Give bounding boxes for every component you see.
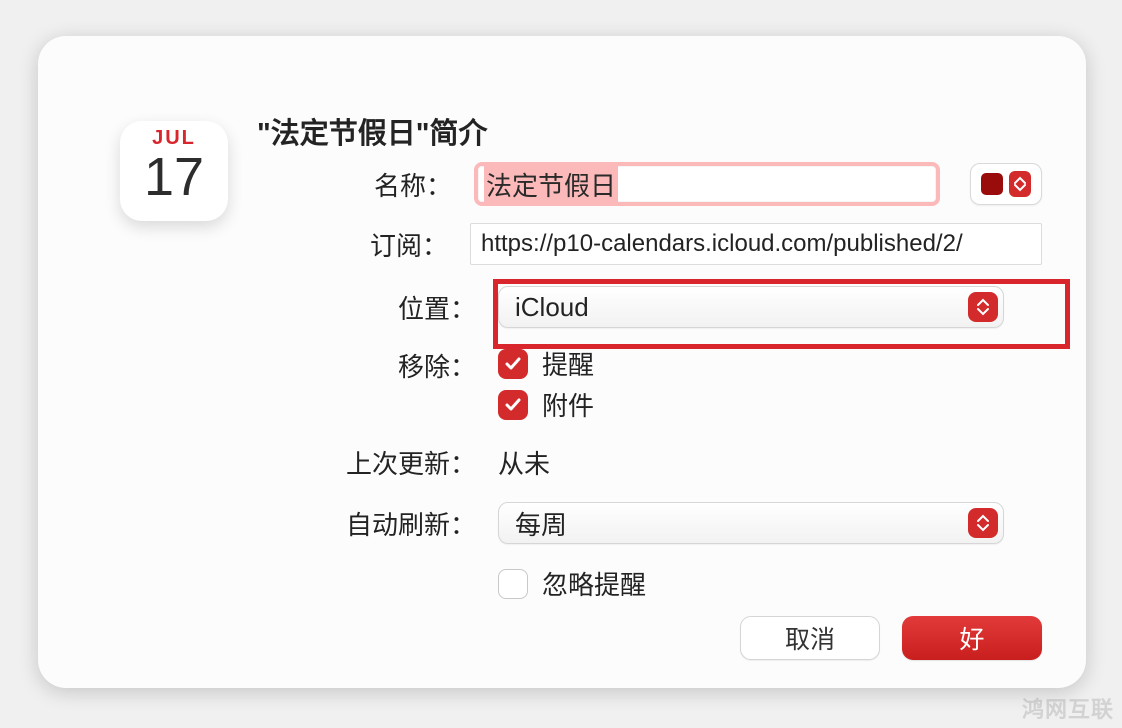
row-remove: 移除： 提醒 附件 (38, 345, 1042, 423)
ignore-alerts-line: 忽略提醒 (498, 565, 646, 602)
calendar-info-sheet: JUL 17 "法定节假日"简介 名称： 法定节假日 订 (38, 36, 1086, 688)
ok-button[interactable]: 好 (902, 616, 1042, 660)
cancel-button[interactable]: 取消 (740, 616, 880, 660)
color-picker[interactable] (970, 163, 1042, 205)
label-lastupdate: 上次更新： (38, 444, 498, 481)
remove-attachments-line: 附件 (498, 386, 594, 423)
color-swatch-icon (981, 173, 1003, 195)
watermark: 鸿网互联 (1022, 692, 1114, 724)
lastupdate-value: 从未 (498, 444, 550, 481)
row-lastupdate: 上次更新： 从未 (38, 444, 1042, 481)
updown-icon (1009, 171, 1031, 197)
label-location: 位置： (38, 289, 498, 326)
remove-attachments-label: 附件 (542, 386, 594, 423)
remove-reminders-line: 提醒 (498, 345, 594, 382)
label-subscribe: 订阅： (38, 226, 470, 263)
remove-reminders-checkbox[interactable] (498, 349, 528, 379)
label-remove: 移除： (38, 345, 498, 384)
ignore-alerts-label: 忽略提醒 (542, 565, 646, 602)
updown-icon (968, 508, 998, 538)
remove-reminders-label: 提醒 (542, 345, 594, 382)
row-subscribe: 订阅： https://p10-calendars.icloud.com/pub… (38, 223, 1042, 265)
name-input[interactable]: 法定节假日 (474, 162, 940, 206)
sheet-title: "法定节假日"简介 (257, 110, 488, 152)
remove-attachments-checkbox[interactable] (498, 390, 528, 420)
row-name: 名称： 法定节假日 (38, 162, 1042, 206)
button-bar: 取消 好 (740, 616, 1042, 660)
label-autorefresh: 自动刷新： (38, 505, 498, 542)
label-name: 名称： (38, 166, 474, 203)
row-ignorealerts: 忽略提醒 (38, 565, 1042, 602)
subscribe-url-value: https://p10-calendars.icloud.com/publish… (481, 230, 963, 258)
autorefresh-value: 每周 (515, 505, 567, 542)
subscribe-url-field[interactable]: https://p10-calendars.icloud.com/publish… (470, 223, 1042, 265)
name-input-value: 法定节假日 (484, 166, 618, 203)
row-autorefresh: 自动刷新： 每周 (38, 502, 1042, 544)
autorefresh-select[interactable]: 每周 (498, 502, 1004, 544)
form: 名称： 法定节假日 订阅： https://p10-calenda (38, 162, 1042, 623)
ignore-alerts-checkbox[interactable] (498, 569, 528, 599)
location-highlight-box (493, 279, 1070, 349)
